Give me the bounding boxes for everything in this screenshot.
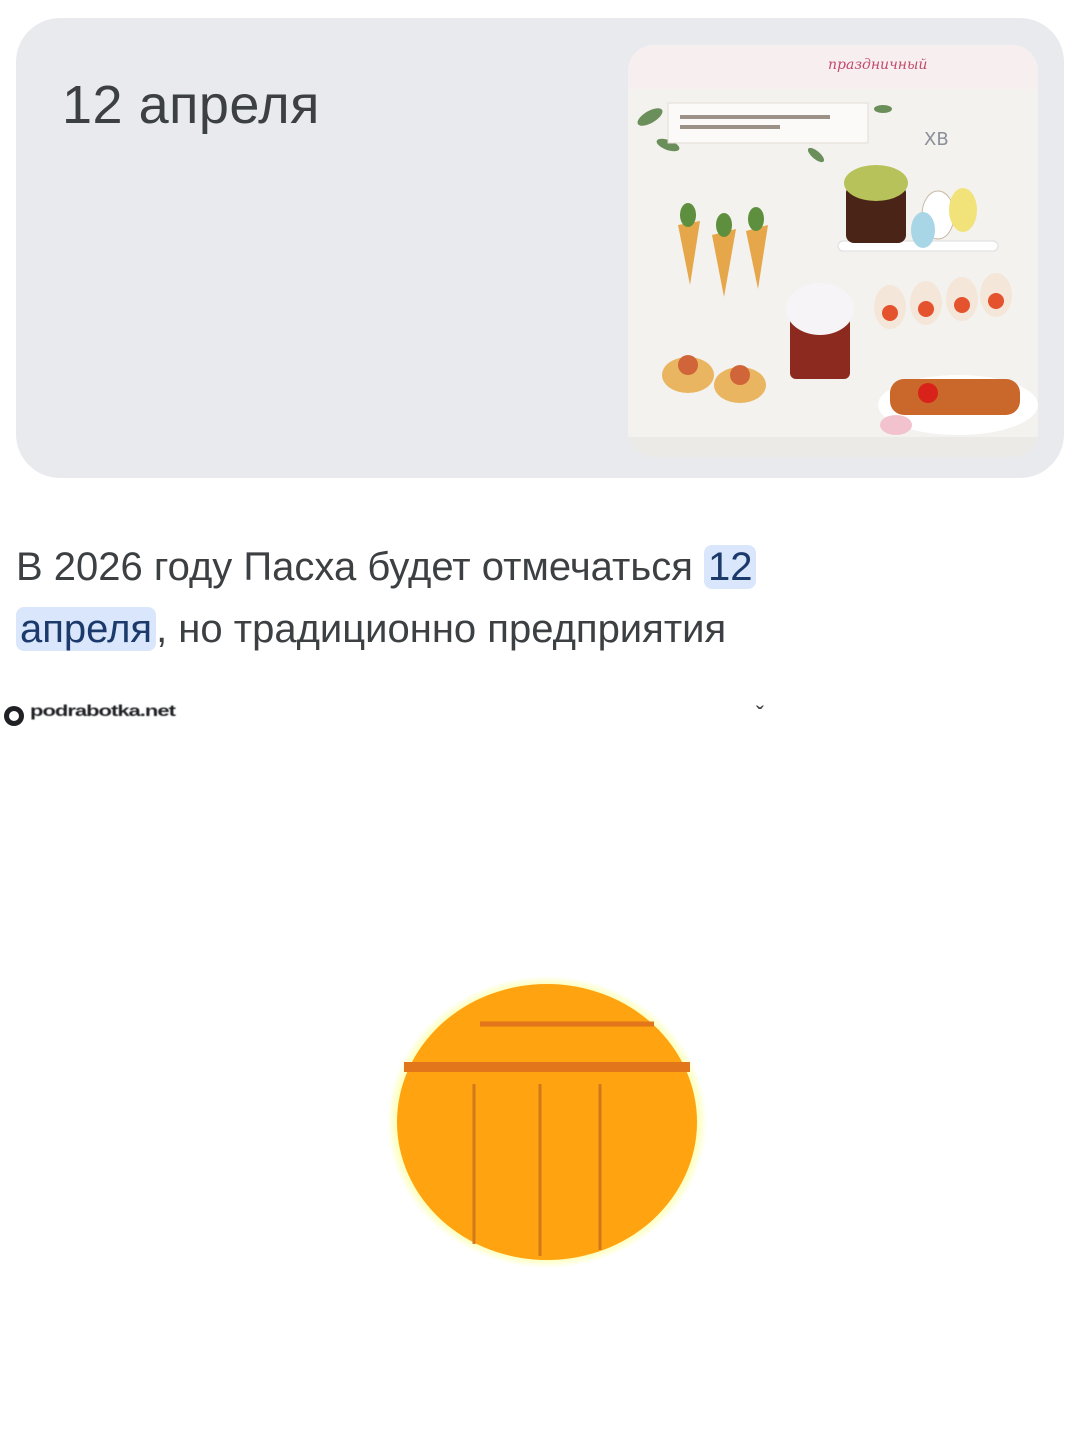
answer-title: 12 апреля xyxy=(62,75,320,135)
orange-loading-circle-icon xyxy=(384,974,710,1275)
answer-snippet: В 2026 году Пасха будет отмечаться 12 апр… xyxy=(16,536,996,660)
source-name[interactable]: podrabotka.net xyxy=(30,702,176,720)
answer-thumbnail[interactable]: праздничный ХВ xyxy=(628,45,1038,457)
snippet-highlight-number: 12 xyxy=(703,545,757,589)
source-link-row[interactable]: podrabotka.net ˇ xyxy=(0,700,1080,740)
chevron-down-icon[interactable]: ˇ xyxy=(756,702,764,730)
snippet-text-after: , но традиционно предприятия xyxy=(156,607,727,651)
site-logo-icon xyxy=(2,704,26,733)
svg-text:праздничный: праздничный xyxy=(828,57,927,73)
easter-table-photo-icon: праздничный ХВ xyxy=(628,45,1038,457)
svg-text:ХВ: ХВ xyxy=(924,129,949,150)
snippet-text-before: В 2026 году Пасха будет отмечаться xyxy=(16,545,704,589)
featured-answer-card[interactable]: 12 апреля праздничный ХВ xyxy=(16,18,1064,478)
snippet-highlight-month: апреля xyxy=(16,607,157,651)
